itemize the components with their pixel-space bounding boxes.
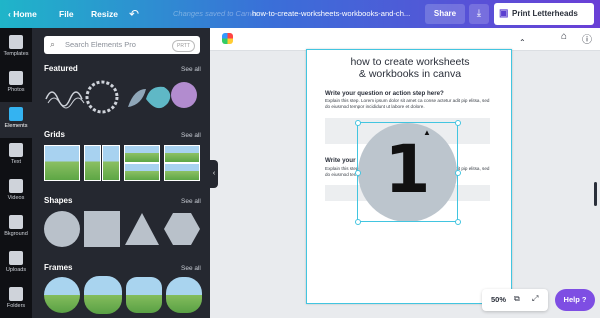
shape-square[interactable]: [84, 211, 120, 247]
rail-item-folders[interactable]: Folders: [0, 282, 32, 318]
download-icon[interactable]: ⤓: [469, 4, 489, 24]
resize-handle[interactable]: [355, 219, 361, 225]
grid-thumbnail[interactable]: [44, 145, 80, 181]
info-icon[interactable]: ⓘ: [582, 31, 592, 46]
question-heading[interactable]: Write your: [325, 157, 355, 164]
grid-thumbnail[interactable]: [102, 145, 120, 181]
frame-scalloped[interactable]: [126, 277, 162, 313]
zoom-control[interactable]: 50% ⧉ ⤢: [482, 289, 548, 311]
help-button[interactable]: Help ?: [555, 289, 595, 311]
fullscreen-icon[interactable]: ⤢: [532, 294, 538, 304]
frame-blob[interactable]: [166, 277, 202, 313]
truck-icon: ▣: [499, 8, 509, 19]
home-button[interactable]: ‹ Home: [8, 0, 37, 28]
grid-thumbnail[interactable]: [124, 145, 160, 163]
question-body[interactable]: Explain this step. Lorem ipsum dolor sit…: [325, 98, 490, 110]
collapse-panel-button[interactable]: ‹: [210, 160, 218, 188]
grid-thumbnail[interactable]: [164, 145, 200, 163]
rail-item-photos[interactable]: Photos: [0, 66, 32, 102]
editor-toolbar: ⌂ ⓘ: [210, 28, 600, 51]
undo-icon[interactable]: ↶: [129, 0, 139, 28]
elements-panel: ⌕ Search Elements Pro PRTT Featured See …: [32, 28, 210, 318]
section-title-grids: Grids: [44, 130, 65, 139]
shape-hexagon[interactable]: [164, 211, 200, 247]
mouse-cursor-icon: ▲: [423, 128, 431, 137]
section-title-frames: Frames: [44, 263, 73, 272]
see-all-featured[interactable]: See all: [181, 66, 201, 73]
featured-wreath[interactable]: [85, 80, 119, 114]
folders-icon: [9, 287, 23, 301]
featured-portrait[interactable]: [171, 82, 197, 108]
resize-handle[interactable]: [355, 170, 361, 176]
grid-thumbnail[interactable]: [164, 163, 200, 181]
shape-circle[interactable]: [44, 211, 80, 247]
document-title[interactable]: how-to-create-worksheets-workbooks-and-c…: [252, 0, 410, 28]
search-badge: PRTT: [172, 40, 195, 52]
pages-icon[interactable]: ⧉: [514, 294, 520, 304]
search-input[interactable]: ⌕ Search Elements Pro PRTT: [44, 36, 200, 54]
rail-item-text[interactable]: Text: [0, 138, 32, 174]
videos-icon: [9, 179, 23, 193]
text-icon: [9, 143, 23, 157]
rail-item-elements[interactable]: Elements: [0, 102, 32, 138]
rail-item-templates[interactable]: Templates: [0, 30, 32, 66]
shape-triangle[interactable]: [124, 211, 160, 247]
scrollbar-handle[interactable]: [594, 182, 597, 206]
featured-blob[interactable]: [146, 86, 171, 109]
resize-menu[interactable]: Resize: [91, 0, 118, 28]
featured-leaf[interactable]: [128, 89, 146, 107]
section-title-featured: Featured: [44, 64, 78, 73]
selection-box[interactable]: [357, 122, 458, 222]
resize-handle[interactable]: [355, 120, 361, 126]
see-all-frames[interactable]: See all: [181, 265, 201, 272]
chevron-up-icon[interactable]: ⌃: [519, 38, 526, 47]
share-button[interactable]: Share: [425, 4, 465, 24]
photos-icon: [9, 71, 23, 85]
section-title-shapes: Shapes: [44, 196, 73, 205]
question-heading[interactable]: Write your question or action step here?: [325, 90, 444, 97]
rail-item-uploads[interactable]: Uploads: [0, 246, 32, 282]
elements-icon: [9, 107, 23, 121]
frame-circle[interactable]: [44, 277, 80, 313]
see-all-shapes[interactable]: See all: [181, 198, 201, 205]
print-letterheads-button[interactable]: ▣ Print Letterheads: [494, 3, 594, 25]
grid-thumbnail[interactable]: [124, 163, 160, 181]
featured-thumbnails[interactable]: [42, 79, 207, 115]
save-status: Changes saved to Canva: [173, 9, 258, 18]
background-icon: [9, 215, 23, 229]
resize-handle[interactable]: [455, 170, 461, 176]
page-heading: how to create worksheets & workbooks in …: [350, 56, 470, 80]
color-picker-icon[interactable]: [222, 33, 233, 44]
paint-roller-icon[interactable]: ⌂: [561, 31, 567, 42]
featured-flourish[interactable]: [45, 91, 85, 109]
see-all-grids[interactable]: See all: [181, 132, 201, 139]
rail-item-background[interactable]: Bkground: [0, 210, 32, 246]
search-icon: ⌕: [50, 39, 56, 49]
top-bar: ‹ Home File Resize ↶ Changes saved to Ca…: [0, 0, 600, 28]
resize-handle[interactable]: [455, 219, 461, 225]
side-rail: Templates Photos Elements Text Videos Bk…: [0, 28, 32, 318]
file-menu[interactable]: File: [59, 0, 74, 28]
uploads-icon: [9, 251, 23, 265]
rail-item-videos[interactable]: Videos: [0, 174, 32, 210]
frame-badge[interactable]: [84, 276, 122, 314]
resize-handle[interactable]: [455, 120, 461, 126]
templates-icon: [9, 35, 23, 49]
grid-thumbnail[interactable]: [84, 145, 101, 181]
